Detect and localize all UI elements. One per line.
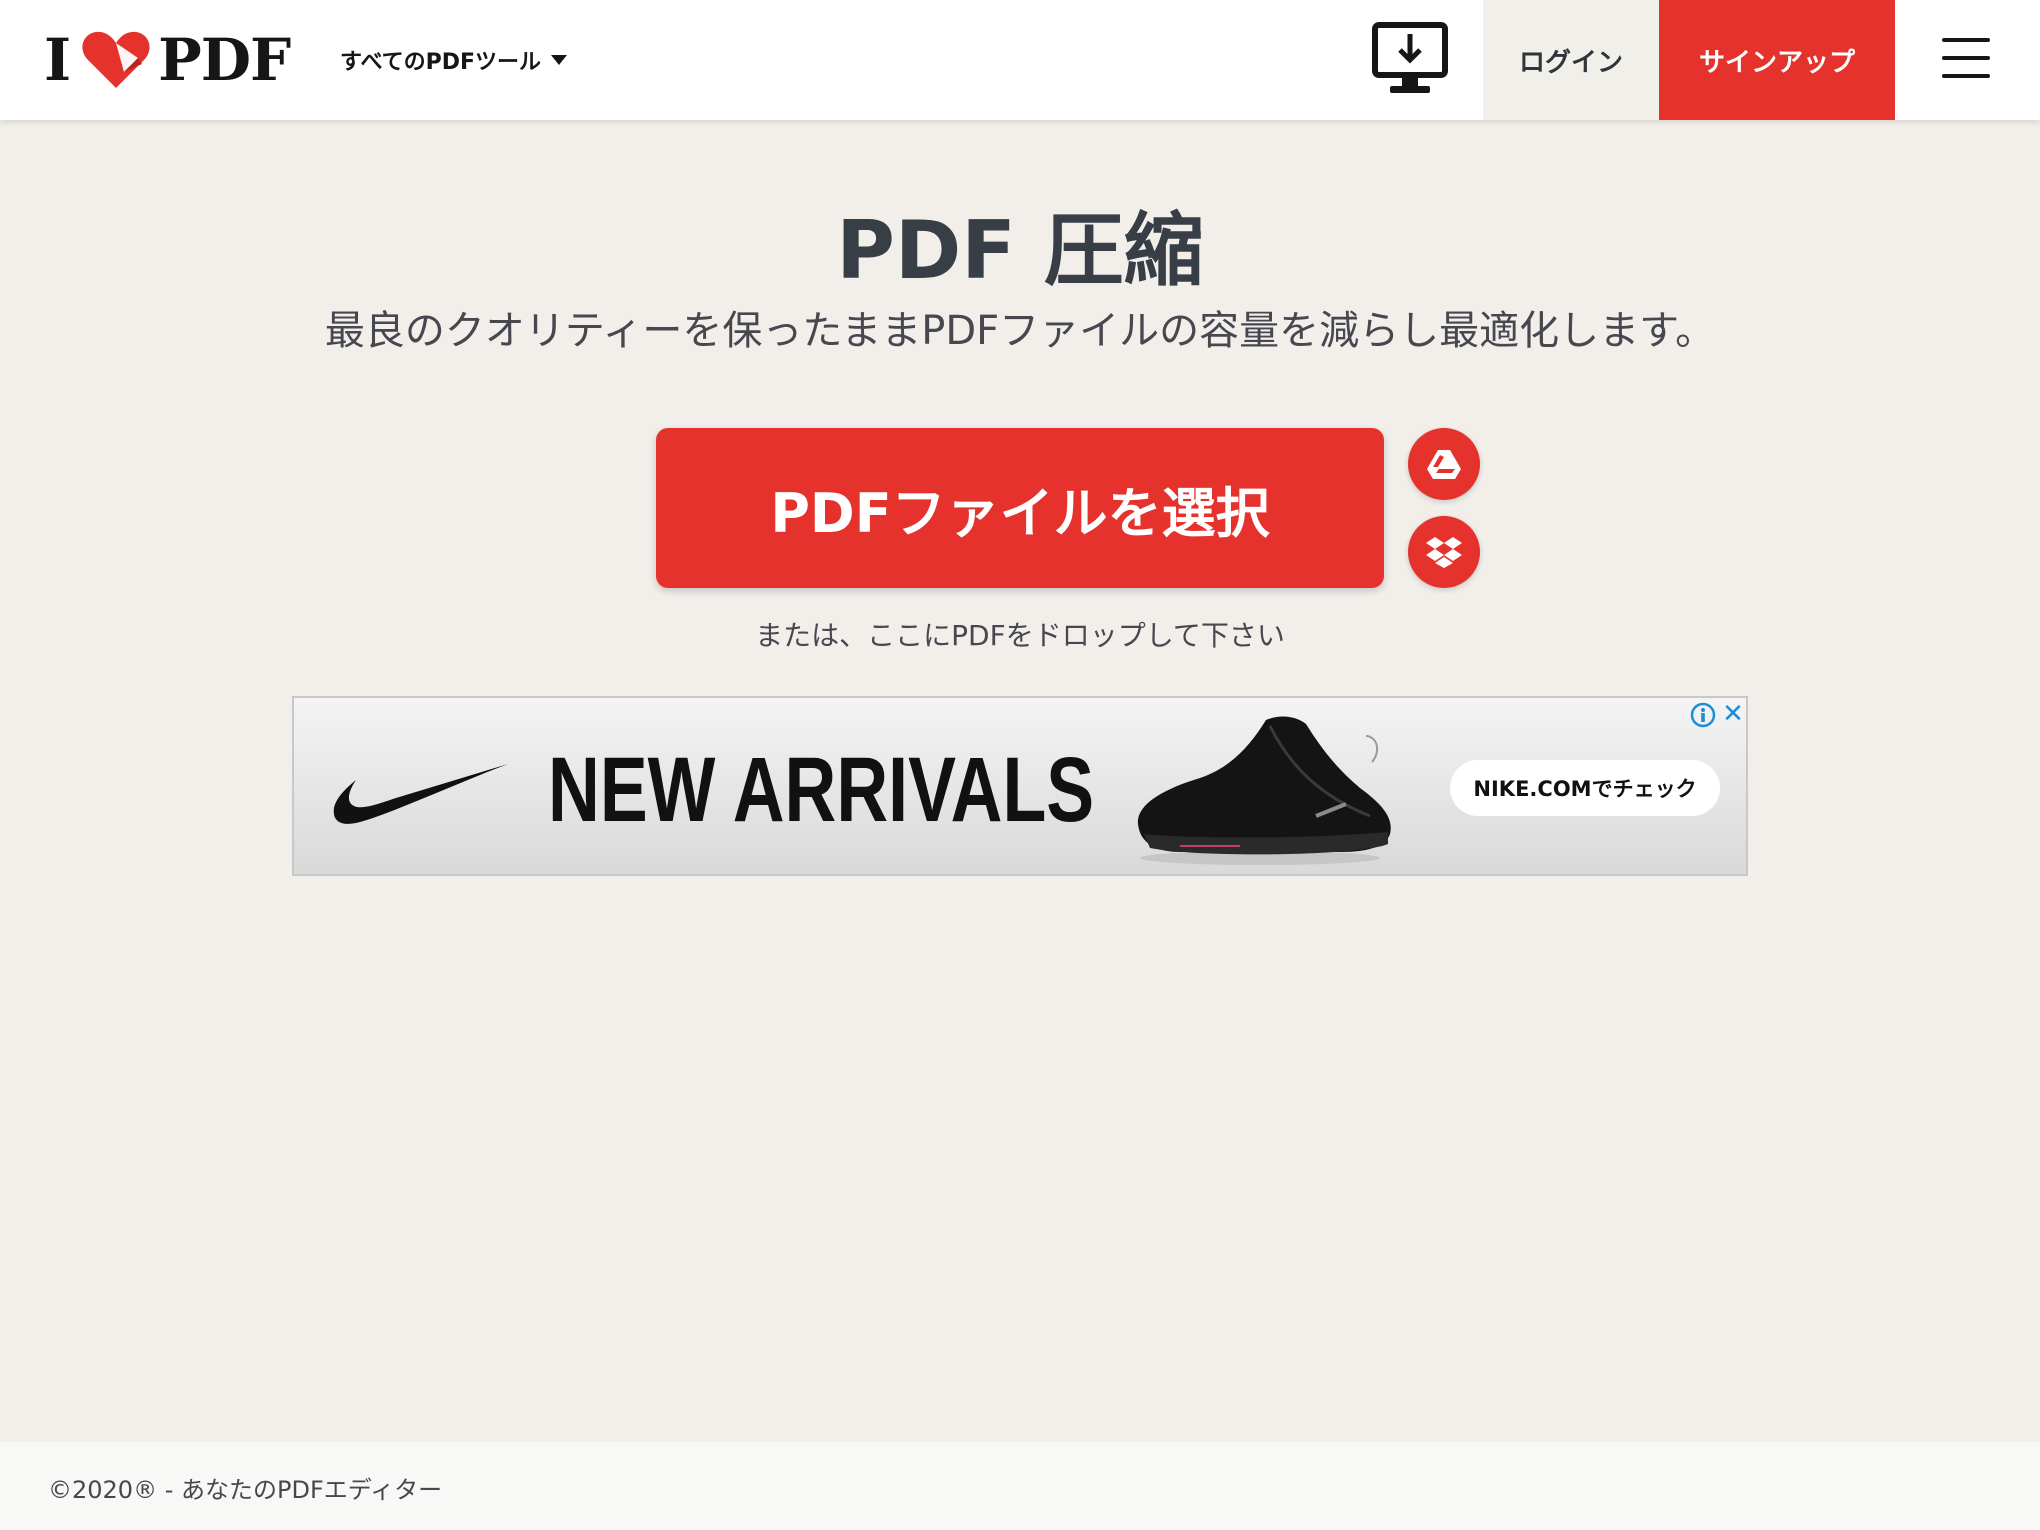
hamburger-menu-icon[interactable] [1942, 38, 1990, 80]
logo-prefix: I [44, 26, 71, 94]
page-subtitle: 最良のクオリティーを保ったままPDFファイルの容量を減らし最適化します。 [324, 308, 1716, 354]
signup-button[interactable]: サインアップ [1659, 0, 1895, 120]
hamburger-line [1942, 56, 1990, 60]
logo-suffix: PDF [158, 26, 291, 94]
sneaker-image [1137, 716, 1391, 865]
site-logo[interactable]: I PDF [44, 26, 291, 94]
close-icon[interactable]: ✕ [1720, 700, 1746, 728]
hamburger-line [1942, 38, 1990, 42]
dropbox-icon [1426, 537, 1462, 568]
all-pdf-tools-dropdown[interactable]: すべてのPDFツール [340, 44, 567, 76]
drop-hint: または、ここにPDFをドロップして下さい [755, 619, 1285, 652]
ad-info-icon[interactable] [1690, 702, 1716, 728]
ad-cta-button[interactable]: NIKE.COMでチェック [1450, 760, 1720, 816]
select-pdf-button[interactable]: PDFファイルを選択 [656, 428, 1384, 588]
page-title: PDF 圧縮 [836, 204, 1204, 297]
ad-headline: NEW ARRIVALS [548, 739, 1095, 841]
google-drive-button[interactable] [1408, 428, 1480, 500]
heart-logo-icon [80, 28, 152, 92]
nike-swoosh-icon [333, 764, 508, 824]
footer: ©2020® - あなたのPDFエディター [0, 1442, 2040, 1530]
dropbox-button[interactable] [1408, 516, 1480, 588]
footer-copyright: ©2020® - あなたのPDFエディター [48, 1476, 443, 1504]
desktop-download-button[interactable] [1372, 22, 1448, 96]
desktop-download-icon [1372, 22, 1448, 93]
login-button[interactable]: ログイン [1483, 0, 1659, 120]
tools-menu-label: すべてのPDFツール [340, 50, 541, 75]
hamburger-line [1942, 74, 1990, 78]
google-drive-icon [1427, 450, 1461, 479]
chevron-down-icon [551, 55, 567, 65]
top-navbar: I PDF すべてのPDFツール ログイン サインアップ [0, 0, 2040, 120]
advertisement-banner[interactable]: NEW ARRIVALS NIKE.COMでチェック ✕ [292, 696, 1748, 876]
